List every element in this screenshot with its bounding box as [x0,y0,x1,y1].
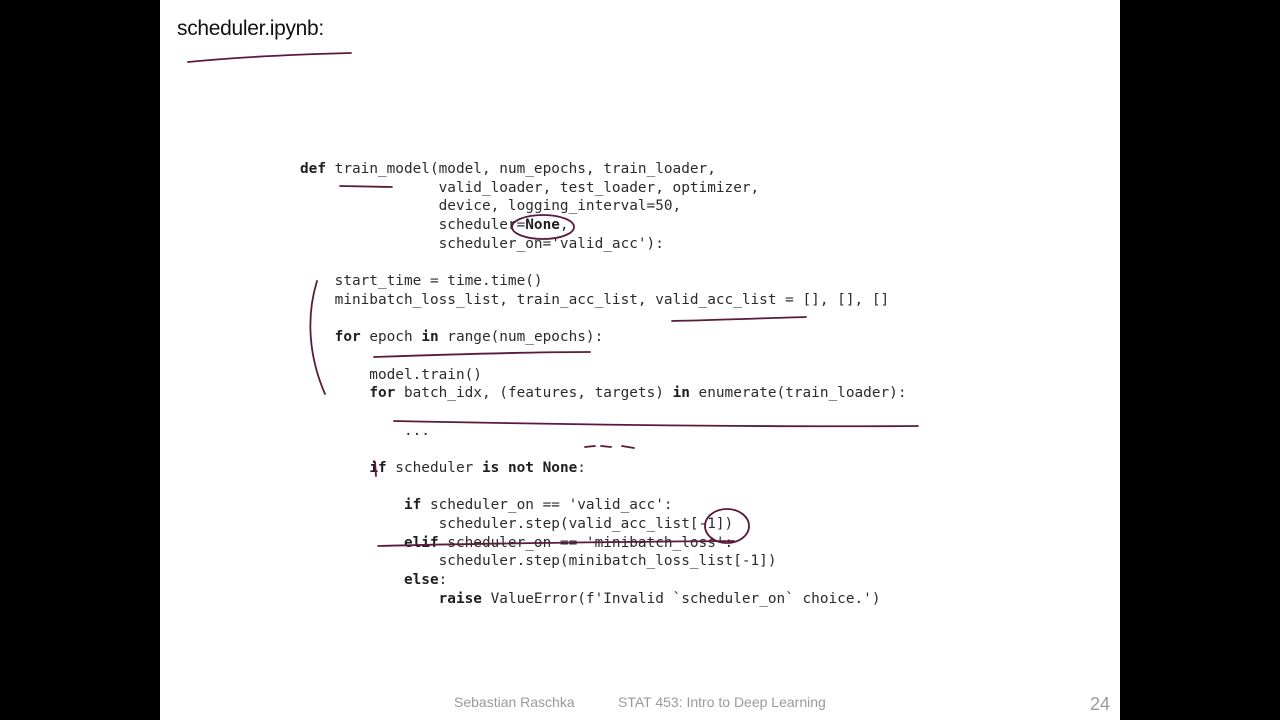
code-line: for batch_idx, (features, targets) in en… [369,385,907,402]
code-line: elif scheduler_on == 'minibatch_loss': [403,534,734,551]
code-line: device, logging_interval=50, [300,198,682,215]
code-line: else: [403,572,448,589]
code-line: if scheduler is not None: [369,460,586,476]
page-number: 24 [1089,694,1110,714]
slide: scheduler.ipynb: def train_model(model, … [160,0,1120,720]
code-line: ... [300,422,430,439]
code-line: minibatch_loss_list, train_acc_list, val… [300,291,890,308]
code-line: scheduler.step(minibatch_loss_list[-1]) [300,553,777,570]
footer-course: STAT 453: Intro to Deep Learning [618,694,826,710]
code-line: model.train() [300,366,482,383]
code-line: scheduler_on='valid_acc'): [300,235,664,252]
code-line: if scheduler_on == 'valid_acc': [403,497,673,514]
code-line: scheduler.step(valid_acc_list[-1]) [300,516,734,533]
slide-title: scheduler.ipynb: [177,17,324,40]
code-line: valid_loader, test_loader, optimizer, [300,179,760,196]
code-line: def train_model(model, num_epochs, train… [300,161,716,177]
title-underline-stroke [187,52,352,63]
footer-author: Sebastian Raschka [454,694,575,710]
code-block: def train_model(model, num_epochs, train… [300,160,907,609]
code-line: start_time = time.time() [300,273,543,290]
code-line: raise ValueError(f'Invalid `scheduler_on… [438,590,881,607]
code-line: scheduler=None, [300,217,569,234]
code-line: for epoch in range(num_epochs): [334,329,604,346]
